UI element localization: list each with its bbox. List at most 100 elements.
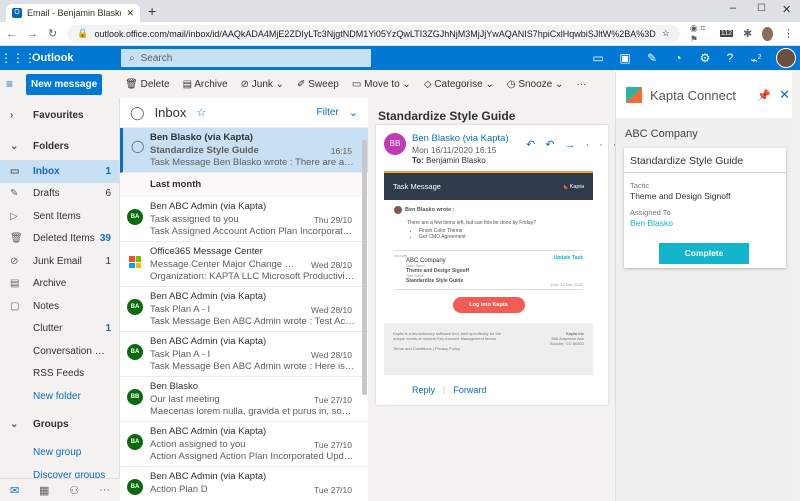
extension-badge[interactable]: 112 xyxy=(719,30,734,37)
subject: Message Center Major Change Update Notif… xyxy=(150,258,300,270)
folder-notes[interactable]: ▢ Notes xyxy=(0,295,119,318)
kapta-logo-icon xyxy=(626,87,642,103)
maximize-icon[interactable]: ☐ xyxy=(757,3,766,14)
addin-scrollbar[interactable] xyxy=(792,70,800,501)
message-item[interactable]: BA Ben ABC Admin (via Kapta) Action assign… xyxy=(120,422,368,467)
close-icon[interactable]: ✕ xyxy=(779,87,790,103)
message-item[interactable]: BA Ben ABC Admin (via Kapta) Task assigned… xyxy=(120,197,368,242)
favourites-header[interactable]: › Favourites xyxy=(0,98,119,132)
preview: Task Message Ben ABC Admin wrote : Here … xyxy=(150,361,355,372)
select-all-icon[interactable]: ◯ xyxy=(130,105,145,121)
group-header: Last month xyxy=(120,173,368,197)
more-actions-icon[interactable]: ··· xyxy=(576,79,586,90)
close-window-icon[interactable]: ✕ xyxy=(782,3,791,16)
forward-icon[interactable]: → xyxy=(564,139,585,151)
reply-icon[interactable]: ↶ xyxy=(526,139,545,151)
back-icon[interactable]: ← xyxy=(6,28,17,40)
categorise-button[interactable]: ◇ Categorise ⌄ xyxy=(424,79,494,90)
microsoft-logo-icon xyxy=(129,256,141,268)
url-text: outlook.office.com/mail/inbox/id/AAQkADA… xyxy=(94,28,656,39)
preview: Task Message Ben Blasko wrote : There ar… xyxy=(150,157,355,168)
message-item[interactable]: Office365 Message Center Message Center M… xyxy=(120,242,368,287)
folder-drafts[interactable]: ✎ Drafts 6 xyxy=(0,183,119,206)
profile-avatar[interactable] xyxy=(762,26,773,41)
folder-rss[interactable]: RSS Feeds xyxy=(0,363,119,386)
url-field[interactable]: 🔒 outlook.office.com/mail/inbox/id/AAQkAD… xyxy=(67,24,680,43)
chevron-down-icon: ⌄ xyxy=(10,140,19,152)
select-circle-icon[interactable]: ◯ xyxy=(131,140,144,153)
calendar-icon[interactable]: ▦ xyxy=(39,484,49,497)
minimize-icon[interactable]: – xyxy=(730,2,736,14)
folder-deleted[interactable]: 🗑 Deleted Items 39 xyxy=(0,228,119,251)
reply-all-icon[interactable]: ↶ xyxy=(545,139,564,151)
message-item[interactable]: BA Ben ABC Admin (via Kapta) Action Plan D… xyxy=(120,467,368,501)
folder-inbox[interactable]: ▭ Inbox 1 xyxy=(0,160,119,183)
sweep-button[interactable]: ✐ Sweep xyxy=(297,79,339,90)
folder-clutter[interactable]: Clutter 1 xyxy=(0,318,119,341)
module-switcher: ✉ ▦ ⚇ ··· xyxy=(0,478,120,501)
subject: Task assigned to you xyxy=(150,213,239,225)
sender: Office365 Message Center xyxy=(150,246,263,257)
reload-icon[interactable]: ↻ xyxy=(48,27,57,40)
kapta-task-title: Standardize Style Guide xyxy=(624,148,786,173)
menu-icon[interactable]: ⋮ xyxy=(783,27,794,40)
list-scrollbar[interactable] xyxy=(362,140,367,395)
reply-button[interactable]: Reply xyxy=(412,385,435,395)
message-item[interactable]: BA Ben ABC Admin (via Kapta) Task Plan A -… xyxy=(120,287,368,332)
whats-new-icon[interactable]: ⌁2 xyxy=(744,46,768,70)
help-icon[interactable]: ? xyxy=(718,46,742,70)
filter-button[interactable]: Filter xyxy=(317,107,339,118)
forward-icon[interactable]: → xyxy=(27,28,38,40)
folders-header[interactable]: ⌄ Folders xyxy=(0,132,119,160)
app-title[interactable]: Outlook xyxy=(32,52,74,64)
date: Wed 28/10 xyxy=(311,259,352,270)
my-day-icon[interactable]: ✎ xyxy=(640,46,664,70)
app-launcher-icon[interactable]: ⋮⋮⋮ xyxy=(0,51,36,65)
move-to-button[interactable]: ▭ Move to ⌄ xyxy=(352,79,411,90)
message-item-selected[interactable]: ◯ Ben Blasko (via Kapta) Standardize Sty… xyxy=(120,128,368,173)
people-icon[interactable]: ⚇ xyxy=(69,484,79,497)
snooze-button[interactable]: ◷ Snooze ⌄ xyxy=(507,79,564,90)
folder-conversation-history[interactable]: Conversation History xyxy=(0,340,119,363)
update-task-link[interactable]: Update Task xyxy=(554,255,583,261)
search-box[interactable]: ⌕ Search xyxy=(121,49,371,67)
bell-icon[interactable]: ◔ xyxy=(666,46,690,70)
login-button[interactable]: Log into Kapta xyxy=(452,297,525,313)
forward-button[interactable]: Forward xyxy=(453,385,486,395)
complete-button[interactable]: Complete xyxy=(659,243,749,264)
sender-name[interactable]: Ben Blasko (via Kapta) xyxy=(412,133,509,144)
mail-icon[interactable]: ✉ xyxy=(10,484,19,497)
office-icon[interactable]: ▣ xyxy=(613,46,637,70)
hamburger-icon[interactable]: ≡ xyxy=(6,77,13,91)
folder-sent[interactable]: ▷ Sent Items xyxy=(0,205,119,228)
groups-header[interactable]: ⌄ Groups xyxy=(0,408,119,442)
extension-icon[interactable]: ◉ ⌗ ⚑ xyxy=(690,23,710,45)
star-icon[interactable]: ☆ xyxy=(662,28,670,39)
favourite-star-icon[interactable]: ☆ xyxy=(196,106,206,119)
puzzle-icon[interactable]: ✱ xyxy=(743,27,752,40)
assigned-user-link[interactable]: Ben Blasko xyxy=(630,218,780,229)
message-item[interactable]: BA Ben ABC Admin (via Kapta) Task Plan A -… xyxy=(120,332,368,377)
message-list: ◯ Inbox ☆ Filter ⌄ ◯ Ben Blasko (via Kapt… xyxy=(120,98,368,501)
recipient[interactable]: Benjamin Blasko xyxy=(426,156,486,165)
new-tab-icon[interactable]: + xyxy=(148,3,156,19)
preview: Organization: KAPTA LLC Microsoft Produc… xyxy=(150,271,355,282)
browser-tab[interactable]: O Email - Benjamin Blasko - Outlook ✕ xyxy=(6,4,140,22)
close-tab-icon[interactable]: ✕ xyxy=(126,8,134,19)
folder-junk[interactable]: ⊘ Junk Email 1 xyxy=(0,250,119,273)
delete-button[interactable]: 🗑 Delete xyxy=(125,79,169,90)
user-avatar[interactable] xyxy=(776,48,796,68)
more-apps-icon[interactable]: ··· xyxy=(99,484,110,496)
new-folder-link[interactable]: New folder xyxy=(0,385,119,408)
archive-button[interactable]: ▤ Archive xyxy=(183,79,228,90)
message-item[interactable]: BB Ben Blasko Our last meeting Maecenas lor… xyxy=(120,377,368,422)
junk-button[interactable]: ⊘ Junk ⌄ xyxy=(241,79,284,90)
new-group-link[interactable]: New group xyxy=(0,442,119,465)
footer-links[interactable]: Terms and Conditions | Privacy Policy xyxy=(393,346,584,351)
gear-icon[interactable]: ⚙ xyxy=(693,46,717,70)
new-message-button[interactable]: New message xyxy=(26,73,103,95)
pin-icon[interactable]: 📌 xyxy=(757,89,771,102)
folder-archive[interactable]: ▤ Archive xyxy=(0,273,119,296)
preview: Task Message Ben ABC Admin wrote : Test … xyxy=(150,316,355,327)
chat-icon[interactable]: ▭ xyxy=(586,46,610,70)
